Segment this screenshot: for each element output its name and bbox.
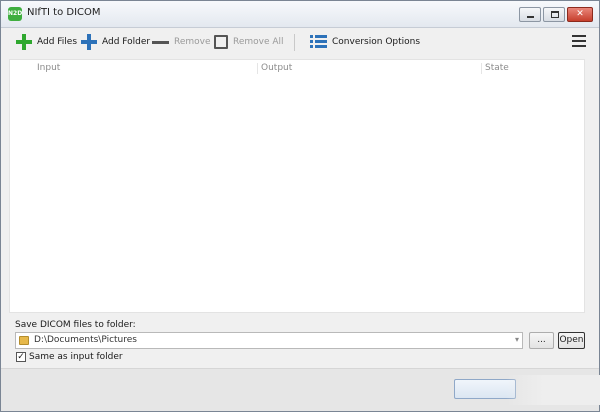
square-icon	[214, 35, 228, 49]
remove-button[interactable]: Remove	[152, 28, 211, 56]
minus-icon	[152, 40, 169, 44]
conversion-options-button[interactable]: Conversion Options	[310, 28, 420, 56]
column-header-state[interactable]: State	[485, 60, 509, 77]
chevron-down-icon[interactable]: ▾	[515, 335, 519, 344]
toolbar-divider	[294, 34, 295, 51]
toolbar: Add Files Add Folder Remove Remove All C…	[1, 28, 599, 58]
menu-hamburger-icon[interactable]	[572, 35, 586, 48]
close-button[interactable]: ✕	[567, 7, 593, 22]
add-files-label: Add Files	[37, 37, 78, 47]
plus-blue-icon	[81, 34, 97, 50]
file-list[interactable]: Input Output State	[9, 59, 585, 313]
same-as-input-checkbox[interactable]: ✓	[16, 352, 26, 362]
folder-icon	[19, 336, 29, 345]
save-folder-label: Save DICOM files to folder:	[15, 320, 136, 330]
window-title: NIfTI to DICOM	[27, 7, 101, 18]
maximize-button[interactable]	[543, 7, 565, 22]
app-window: N2D NIfTI to DICOM ✕ Add Files Add Folde…	[0, 0, 600, 412]
minimize-button[interactable]	[519, 7, 541, 22]
same-as-input-label[interactable]: Same as input folder	[29, 352, 123, 362]
output-folder-combo[interactable]: D:\Documents\Pictures ▾	[15, 332, 523, 349]
conversion-options-label: Conversion Options	[332, 37, 421, 47]
remove-all-button[interactable]: Remove All	[214, 28, 284, 56]
add-folder-label: Add Folder	[102, 37, 151, 47]
app-icon: N2D	[8, 7, 22, 21]
maximize-icon	[551, 11, 559, 18]
plus-green-icon	[16, 34, 32, 50]
browse-button[interactable]: ...	[529, 332, 554, 349]
remove-all-label: Remove All	[233, 37, 284, 47]
minimize-icon	[527, 16, 534, 18]
title-bar[interactable]: N2D NIfTI to DICOM ✕	[1, 1, 599, 28]
output-folder-path: D:\Documents\Pictures	[34, 335, 137, 345]
watermark-overlay	[506, 375, 600, 405]
column-divider[interactable]	[257, 63, 258, 74]
list-options-icon	[310, 35, 327, 49]
add-folder-button[interactable]: Add Folder	[81, 28, 150, 56]
remove-label: Remove	[174, 37, 211, 47]
add-files-button[interactable]: Add Files	[16, 28, 77, 56]
close-icon: ✕	[576, 9, 584, 19]
column-header-input[interactable]: Input	[37, 60, 60, 77]
column-divider[interactable]	[481, 63, 482, 74]
open-button[interactable]: Open	[558, 332, 585, 349]
column-header-output[interactable]: Output	[261, 60, 292, 77]
